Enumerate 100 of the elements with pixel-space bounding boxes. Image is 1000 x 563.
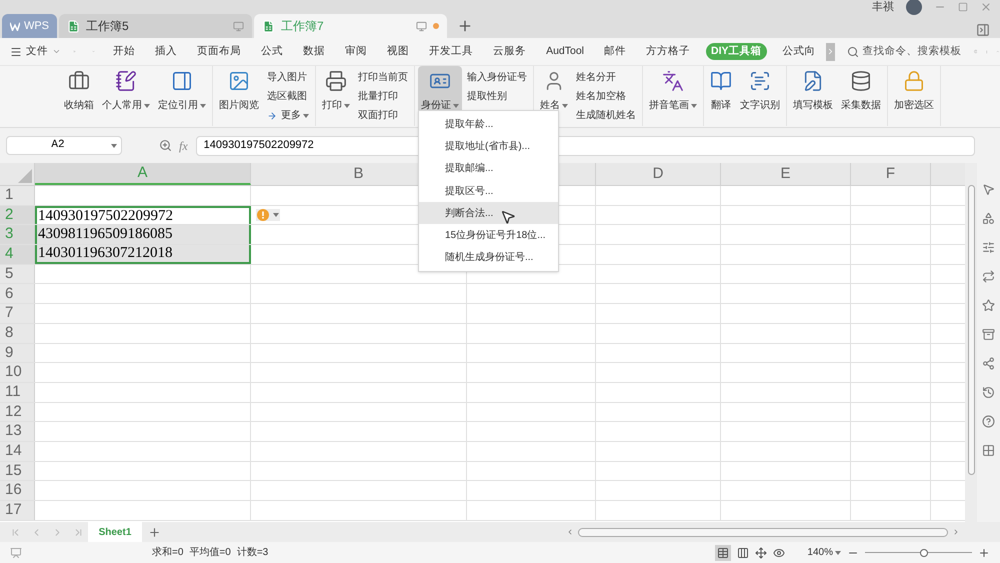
- menu-tab[interactable]: 视图: [377, 44, 420, 60]
- ribbon-item[interactable]: 更多: [264, 106, 312, 125]
- horizontal-scrollbar[interactable]: [578, 528, 948, 536]
- book-icon: [710, 70, 732, 92]
- swap-icon[interactable]: [982, 270, 995, 283]
- ribbon-button[interactable]: 定位引用: [155, 66, 209, 122]
- row-header[interactable]: 15: [0, 462, 35, 480]
- menu-tab[interactable]: 数据: [293, 44, 336, 60]
- page-layout-icon[interactable]: [755, 546, 768, 558]
- column-header[interactable]: E: [780, 163, 790, 186]
- panel-toggle-icon[interactable]: [976, 23, 990, 37]
- file-menu[interactable]: 文件: [10, 44, 61, 60]
- menu-item[interactable]: 随机生成身份证号...: [419, 246, 558, 270]
- command-search[interactable]: 查找命令、搜索模板: [846, 44, 962, 60]
- menu-tab[interactable]: 邮件: [594, 44, 636, 60]
- zoom-slider-thumb[interactable]: [920, 548, 928, 556]
- ribbon-item[interactable]: 姓名加空格: [573, 87, 639, 106]
- grid-icon[interactable]: [982, 444, 995, 457]
- ribbon-item[interactable]: 姓名分开: [573, 68, 639, 87]
- new-tab-button[interactable]: [457, 18, 473, 34]
- menu-tab[interactable]: 开发工具: [419, 44, 484, 60]
- close-icon[interactable]: [980, 1, 992, 13]
- page-break-view-icon[interactable]: [737, 546, 750, 558]
- menu-tab[interactable]: AudTool: [536, 44, 594, 60]
- document-tab[interactable]: 工作簿5: [59, 14, 252, 38]
- vertical-scrollbar[interactable]: [965, 163, 977, 522]
- ribbon-button[interactable]: 打印: [319, 66, 353, 122]
- help-icon[interactable]: [982, 415, 995, 428]
- row-header[interactable]: 9: [0, 344, 35, 362]
- column-header[interactable]: F: [886, 163, 896, 186]
- ribbon-item[interactable]: 批量打印: [355, 87, 411, 106]
- row-header[interactable]: 17: [0, 501, 35, 520]
- row-header[interactable]: 11: [0, 382, 35, 402]
- ribbon-item[interactable]: 打印当前页: [355, 68, 411, 87]
- add-sheet-button[interactable]: [148, 526, 161, 538]
- menu-tab[interactable]: 开始: [103, 44, 146, 60]
- avatar[interactable]: [906, 0, 922, 15]
- pointer-icon[interactable]: [982, 183, 995, 196]
- row-header[interactable]: 8: [0, 324, 35, 342]
- row-header[interactable]: 1: [0, 186, 35, 205]
- row-header[interactable]: 12: [0, 402, 35, 422]
- database-icon: [850, 70, 872, 92]
- menu-item[interactable]: 提取地址(省市县)...: [419, 135, 558, 158]
- normal-view-button[interactable]: [715, 544, 732, 560]
- menu-tab[interactable]: 公式向: [772, 44, 826, 60]
- menu-item[interactable]: 15位身份证号升18位...: [419, 224, 558, 247]
- ribbon-button[interactable]: 翻译: [707, 66, 735, 122]
- menu-item[interactable]: 提取邮编...: [419, 158, 558, 180]
- row-header[interactable]: 7: [0, 304, 35, 323]
- menu-item[interactable]: 提取区号...: [419, 180, 558, 202]
- row-header[interactable]: 13: [0, 422, 35, 441]
- name-box[interactable]: A2: [6, 136, 122, 155]
- eye-icon[interactable]: [773, 546, 786, 558]
- menu-tab[interactable]: 云服务: [483, 44, 536, 60]
- scroll-right-icon[interactable]: [952, 528, 960, 536]
- scroll-left-icon[interactable]: [566, 528, 574, 536]
- ribbon-item[interactable]: 双面打印: [355, 106, 411, 125]
- zoom-in-icon[interactable]: [978, 546, 990, 558]
- history-icon[interactable]: [982, 386, 995, 399]
- star-icon[interactable]: [982, 299, 995, 312]
- ribbon-button[interactable]: 加密选区: [891, 66, 937, 122]
- maximize-icon[interactable]: [958, 2, 968, 12]
- ribbon-button[interactable]: 填写模板: [790, 66, 836, 122]
- ribbon-button[interactable]: 文字识别: [737, 66, 783, 122]
- menu-tab[interactable]: 方方格子: [636, 44, 700, 60]
- ribbon-item[interactable]: 导入图片: [264, 68, 312, 87]
- error-check-button[interactable]: [256, 209, 280, 222]
- row-header[interactable]: 14: [0, 442, 35, 461]
- menu-tab[interactable]: 页面布局: [187, 44, 252, 60]
- sliders-icon[interactable]: [982, 241, 995, 254]
- shapes-icon[interactable]: [982, 212, 995, 225]
- row-header[interactable]: 6: [0, 284, 35, 304]
- ribbon-button[interactable]: 拼音笔画: [646, 66, 700, 122]
- column-header[interactable]: B: [353, 163, 364, 186]
- zoom-level[interactable]: 140%: [807, 545, 841, 560]
- table-cell-text: 430981196509186085: [37, 225, 172, 244]
- menu-item[interactable]: 判断合法...: [419, 202, 558, 224]
- ribbon-item[interactable]: 生成随机姓名: [573, 106, 639, 125]
- briefcase-icon: [68, 70, 90, 92]
- menu-tab[interactable]: 审阅: [335, 44, 378, 60]
- row-header[interactable]: 16: [0, 481, 35, 500]
- column-header[interactable]: D: [652, 163, 664, 186]
- menu-tab[interactable]: 插入: [145, 44, 188, 60]
- zoom-icon[interactable]: [159, 139, 172, 152]
- share-icon[interactable]: [982, 357, 995, 370]
- sheet-tab[interactable]: Sheet1: [88, 522, 142, 542]
- ribbon-button[interactable]: 收纳箱: [61, 66, 97, 122]
- row-header[interactable]: 10: [0, 363, 35, 382]
- display-icon[interactable]: [10, 546, 22, 558]
- ribbon-button[interactable]: 图片阅览: [216, 66, 262, 122]
- chevron-down-icon: [52, 47, 61, 56]
- archive-icon[interactable]: [982, 328, 995, 341]
- ribbon-item[interactable]: 提取性别: [464, 87, 530, 106]
- ribbon-button[interactable]: 采集数据: [838, 66, 884, 122]
- menu-tab[interactable]: 公式: [251, 44, 294, 60]
- ribbon-item[interactable]: 输入身份证号: [464, 68, 530, 87]
- pinyin-icon: [662, 70, 684, 92]
- ribbon-button[interactable]: 个人常用: [99, 66, 153, 122]
- row-header[interactable]: 5: [0, 264, 35, 284]
- ribbon-item[interactable]: 选区截图: [264, 87, 312, 106]
